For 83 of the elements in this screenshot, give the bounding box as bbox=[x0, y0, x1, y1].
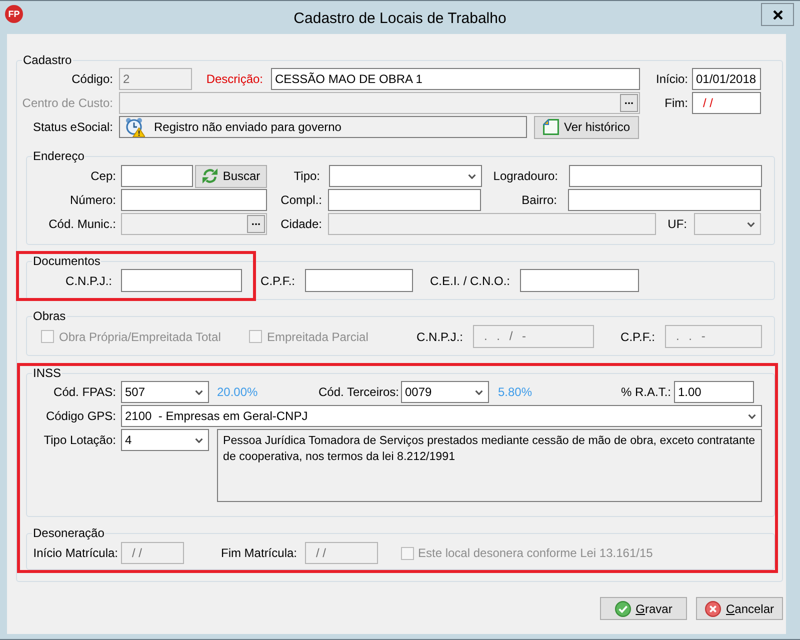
text-field[interactable] bbox=[328, 189, 481, 211]
field-label: Início: bbox=[654, 72, 688, 86]
group-title: Endereço bbox=[32, 149, 86, 163]
x-circle-icon bbox=[704, 600, 721, 616]
field-label: UF: bbox=[666, 217, 687, 231]
dropdown[interactable]: 0079 bbox=[401, 381, 489, 403]
chevron-down-icon bbox=[468, 174, 476, 178]
group-title: Cadastro bbox=[22, 53, 73, 67]
text-field[interactable]: CESSÃO MAO DE OBRA 1 bbox=[271, 68, 640, 90]
dropdown[interactable]: 4 bbox=[121, 429, 209, 451]
field-label: Cód. Terceiros: bbox=[318, 385, 399, 399]
dropdown[interactable]: 2100 - Empresas em Geral-CNPJ bbox=[121, 405, 762, 427]
group-title: INSS bbox=[32, 366, 62, 380]
field-label: Cep: bbox=[90, 169, 116, 183]
description-box: Pessoa Jurídica Tomadora de Serviços prestados mediante cessão de mão de obra, exceto contratante de cooperativa, nos termos da lei 8.212/1991 bbox=[217, 429, 762, 502]
lookup-field[interactable]: ... bbox=[121, 213, 267, 235]
text-field[interactable]: 2 bbox=[119, 68, 192, 90]
field-label: Início Matrícula: bbox=[32, 546, 118, 560]
document-icon bbox=[542, 119, 559, 135]
field-label: C.N.P.J.: bbox=[416, 330, 463, 344]
search-button[interactable]: Buscar bbox=[195, 164, 267, 188]
date-field[interactable]: 01/01/2018 bbox=[692, 68, 761, 90]
text-field[interactable] bbox=[121, 189, 267, 211]
field-label: C.P.F.: bbox=[260, 274, 295, 288]
check-circle-icon bbox=[614, 600, 631, 616]
rate-text: 20.00% bbox=[217, 385, 259, 399]
text-field[interactable] bbox=[121, 165, 193, 187]
field-label: Compl.: bbox=[280, 193, 322, 207]
field-label: Fim Matrícula: bbox=[220, 546, 297, 560]
field-label: Tipo Lotação: bbox=[42, 432, 116, 449]
group-title: Documentos bbox=[32, 254, 102, 268]
field-label: Cód. FPAS: bbox=[52, 385, 116, 399]
dropdown[interactable]: 507 bbox=[121, 381, 209, 403]
chevron-down-icon bbox=[748, 414, 756, 418]
field-label: Número: bbox=[68, 193, 116, 207]
text-field[interactable] bbox=[305, 269, 413, 292]
text-field[interactable]: . . / - bbox=[473, 325, 594, 348]
field-label: Centro de Custo: bbox=[21, 96, 113, 110]
field-label: C.N.P.J.: bbox=[64, 274, 112, 288]
chevron-down-icon bbox=[195, 390, 203, 394]
close-icon bbox=[772, 10, 782, 20]
text-field[interactable]: 1.00 bbox=[674, 381, 754, 403]
text-field[interactable] bbox=[569, 165, 762, 187]
field-label: C.E.I. / C.N.O.: bbox=[428, 274, 510, 288]
field-label: Tipo: bbox=[292, 169, 320, 183]
history-button[interactable]: Ver histórico bbox=[534, 116, 639, 138]
checkbox-label: Este local desonera conforme Lei 13.161/15 bbox=[418, 546, 653, 560]
field-label: Código GPS: bbox=[44, 409, 116, 423]
date-field[interactable]: / / bbox=[305, 542, 378, 564]
field-label: C.P.F.: bbox=[620, 330, 655, 344]
field-label: Status eSocial: bbox=[32, 120, 113, 134]
field-label: Logradouro: bbox=[492, 169, 558, 183]
save-button[interactable]: Gravar bbox=[600, 597, 687, 620]
field-label: Bairro: bbox=[520, 193, 557, 207]
field-label: Código: bbox=[70, 72, 113, 86]
text-field[interactable] bbox=[520, 269, 639, 292]
date-field[interactable]: / / bbox=[121, 542, 184, 564]
status-text: Registro não enviado para governo bbox=[154, 120, 342, 134]
window-title: Cadastro de Locais de Trabalho bbox=[294, 10, 506, 27]
close-button[interactable] bbox=[761, 3, 794, 26]
field-label: Cód. Munic.: bbox=[48, 217, 116, 231]
group-title: Obras bbox=[32, 309, 67, 323]
app-logo: FP bbox=[5, 5, 23, 23]
ellipsis-button[interactable]: ... bbox=[247, 215, 265, 233]
date-field[interactable]: / / bbox=[692, 92, 761, 114]
text-field[interactable] bbox=[121, 269, 242, 292]
dropdown[interactable] bbox=[329, 165, 482, 187]
checkbox-label: Obra Própria/Empreitada Total bbox=[59, 330, 221, 344]
field-label: Fim: bbox=[664, 96, 688, 110]
text-field[interactable] bbox=[568, 189, 761, 211]
chevron-down-icon bbox=[475, 390, 483, 394]
text-field[interactable] bbox=[328, 213, 656, 235]
chevron-down-icon bbox=[747, 222, 755, 226]
field-label: % R.A.T.: bbox=[620, 385, 671, 399]
field-label: Descrição: bbox=[205, 72, 263, 86]
field-label: Cidade: bbox=[280, 217, 322, 231]
cancel-button[interactable]: Cancelar bbox=[696, 597, 783, 620]
group-title: Desoneração bbox=[32, 526, 106, 540]
text-field[interactable]: . . - bbox=[665, 325, 762, 348]
refresh-icon bbox=[202, 168, 218, 184]
chevron-down-icon bbox=[195, 438, 203, 442]
checkbox-label: Empreitada Parcial bbox=[267, 330, 368, 344]
rate-text: 5.80% bbox=[498, 385, 534, 399]
